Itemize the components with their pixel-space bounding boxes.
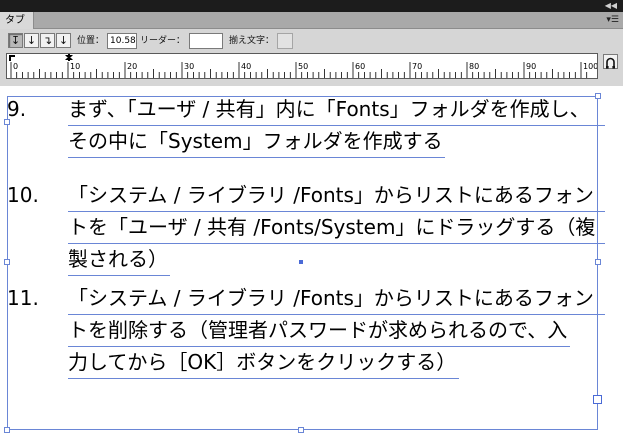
ruler-label: 50 (298, 62, 308, 71)
document-canvas: 9. まず、「ユーザ / 共有」内に「Fonts」フォルダを作成し、 その中に「Sy… (0, 86, 623, 433)
frame-center-point (299, 260, 303, 264)
tab-ruler[interactable]: 0 10 20 30 40 50 60 70 80 90 100 (6, 53, 598, 79)
frame-handle-top-left[interactable] (4, 119, 10, 125)
panel-tab-row: タブ ▾☰ (0, 12, 623, 29)
ruler-label: 20 (127, 62, 137, 71)
double-chevron-left-icon[interactable]: ◀◀ (605, 0, 617, 12)
panel-menu-icon[interactable]: ▾☰ (606, 13, 619, 27)
ruler-label: 100 (583, 62, 597, 71)
align-on-label: 揃え文字： (229, 36, 275, 46)
ruler-scale: 0 10 20 30 40 50 60 70 80 90 100 (9, 54, 597, 78)
ruler-label: 30 (184, 62, 194, 71)
tab-controls-row: ↧ ↓ ↴ ↓ 位置： 10.58 リーダー： 揃え文字： (0, 30, 623, 52)
position-input[interactable]: 10.58 (107, 33, 137, 49)
left-tab-button[interactable]: ↧ (8, 33, 23, 48)
tabs-panel: ◀◀ タブ ▾☰ ↧ ↓ ↴ ↓ 位置： 10.58 リーダー： 揃え文字： 0… (0, 0, 623, 86)
magnet-icon (606, 57, 615, 69)
position-label: 位置： (77, 36, 105, 46)
out-port-icon[interactable] (593, 395, 602, 404)
ruler-label: 70 (412, 62, 422, 71)
left-indent-marker[interactable] (9, 55, 15, 61)
ruler-label: 10 (70, 62, 80, 71)
ruler-label: 90 (526, 62, 536, 71)
frame-handle-middle-right[interactable] (595, 259, 601, 265)
panel-title-bar[interactable]: ◀◀ (0, 0, 623, 12)
center-tab-button[interactable]: ↓ (24, 33, 39, 48)
position-panel-above-frame-button[interactable] (603, 54, 618, 69)
ruler-label: 0 (13, 62, 18, 71)
frame-handle-bottom-center[interactable] (298, 427, 304, 433)
ruler-label: 40 (241, 62, 251, 71)
leader-label: リーダー： (140, 36, 186, 46)
tab-tabs[interactable]: タブ (0, 12, 34, 29)
ruler-label: 80 (469, 62, 479, 71)
frame-handle-top-right[interactable] (595, 93, 601, 99)
tab-stop-marker[interactable] (68, 54, 70, 61)
leader-input[interactable] (189, 33, 223, 49)
decimal-tab-button[interactable]: ↓ (56, 33, 71, 48)
frame-handle-bottom-left[interactable] (4, 427, 10, 433)
right-tab-button[interactable]: ↴ (40, 33, 55, 48)
frame-handle-middle-left[interactable] (4, 259, 10, 265)
ruler-label: 60 (355, 62, 365, 71)
align-on-input[interactable] (277, 33, 293, 49)
